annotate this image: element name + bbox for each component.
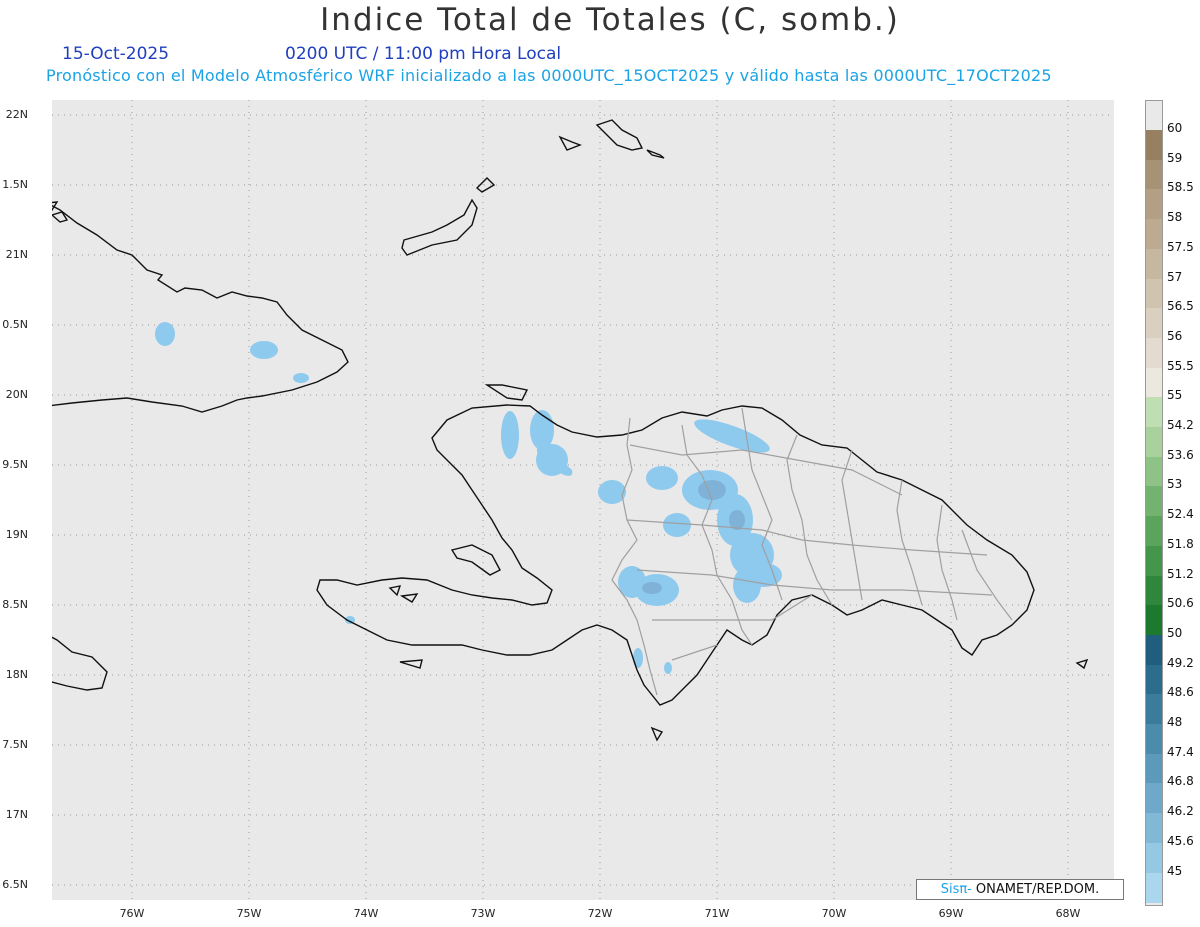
color-scale-swatch bbox=[1146, 813, 1162, 844]
color-scale-label: 45.6 bbox=[1167, 833, 1194, 848]
lat-label: 19N bbox=[5, 528, 28, 541]
color-scale-swatch bbox=[1146, 783, 1162, 814]
color-scale-swatch bbox=[1146, 664, 1162, 695]
lon-label: 71W bbox=[704, 907, 730, 920]
color-scale-label: 51.2 bbox=[1167, 566, 1194, 581]
color-scale-label: 51.8 bbox=[1167, 536, 1194, 551]
color-scale-swatch bbox=[1146, 308, 1162, 339]
color-scale-swatch bbox=[1146, 130, 1162, 161]
color-scale-label: 54.2 bbox=[1167, 418, 1194, 432]
color-scale-label: 59 bbox=[1167, 150, 1183, 165]
color-scale-swatch bbox=[1146, 189, 1162, 220]
lon-label: 69W bbox=[938, 907, 964, 920]
color-scale-swatch bbox=[1146, 872, 1162, 903]
color-scale-label: 56.5 bbox=[1167, 299, 1194, 314]
lon-label: 76W bbox=[119, 907, 145, 920]
map-area bbox=[41, 100, 1114, 900]
color-scale-label: 52.4 bbox=[1167, 507, 1194, 522]
grid-lines bbox=[52, 100, 1114, 900]
index-shading bbox=[155, 322, 782, 674]
color-scale-label: 60 bbox=[1167, 121, 1183, 135]
color-scale-label: 48.6 bbox=[1167, 685, 1194, 700]
organization-text: ONAMET/REP.DOM. bbox=[975, 882, 1100, 897]
color-scale-swatch bbox=[1146, 427, 1162, 458]
color-scale-swatch bbox=[1146, 545, 1162, 576]
lat-label: 0.5N bbox=[2, 318, 28, 331]
forecast-date: 15-Oct-2025 bbox=[62, 44, 170, 64]
color-scale-swatch bbox=[1146, 516, 1162, 547]
color-scale-swatch bbox=[1146, 753, 1162, 784]
color-scale-swatch bbox=[1146, 634, 1162, 666]
lat-label: 22N bbox=[5, 108, 28, 121]
credit-box: Sisπ‐ ONAMET/REP.DOM. bbox=[916, 879, 1124, 900]
lon-label: 73W bbox=[470, 907, 496, 920]
coastlines bbox=[41, 119, 1089, 742]
color-scale-label: 45 bbox=[1167, 863, 1183, 878]
color-scale-label: 56 bbox=[1167, 328, 1183, 343]
color-scale-swatch bbox=[1146, 219, 1162, 250]
model-info-line: Pronóstico con el Modelo Atmosférico WRF… bbox=[46, 66, 1052, 85]
color-scale-label: 58 bbox=[1167, 210, 1183, 225]
forecast-time: 0200 UTC / 11:00 pm Hora Local bbox=[285, 44, 562, 64]
color-scale-label: 55 bbox=[1167, 388, 1183, 403]
color-scale-label: 47.4 bbox=[1167, 744, 1194, 759]
color-scale-label: 57 bbox=[1167, 269, 1183, 284]
lat-label: 6.5N bbox=[2, 878, 28, 891]
color-scale-swatch bbox=[1146, 367, 1162, 398]
color-scale-swatch bbox=[1146, 486, 1162, 517]
color-scale-swatch bbox=[1146, 397, 1162, 428]
province-boundaries bbox=[611, 407, 1013, 696]
color-scale-swatch bbox=[1146, 456, 1162, 487]
lon-label: 74W bbox=[353, 907, 379, 920]
color-scale-label: 57.5 bbox=[1167, 239, 1194, 254]
lat-label: 17N bbox=[5, 808, 28, 821]
color-scale-bar bbox=[1145, 100, 1163, 906]
color-scale-swatch bbox=[1146, 575, 1162, 606]
lon-label: 72W bbox=[587, 907, 613, 920]
color-scale-swatch bbox=[1146, 605, 1162, 636]
lat-label: 20N bbox=[5, 388, 28, 401]
color-scale-swatch bbox=[1146, 694, 1162, 725]
lat-label: 8.5N bbox=[2, 598, 28, 611]
lat-label: 9.5N bbox=[2, 458, 28, 471]
lon-label: 68W bbox=[1055, 907, 1081, 920]
lon-label: 75W bbox=[236, 907, 262, 920]
color-scale-swatch bbox=[1146, 337, 1162, 369]
lat-label: 18N bbox=[5, 668, 28, 681]
lat-label: 7.5N bbox=[2, 738, 28, 751]
color-scale-swatch bbox=[1146, 842, 1162, 873]
color-scale-label: 46.2 bbox=[1167, 804, 1194, 819]
lon-label: 70W bbox=[821, 907, 847, 920]
color-scale-label: 50 bbox=[1167, 625, 1183, 640]
color-scale-label: 53 bbox=[1167, 477, 1183, 492]
color-scale-label: 55.5 bbox=[1167, 358, 1194, 373]
color-scale-label: 53.6 bbox=[1167, 447, 1194, 462]
color-scale-swatch bbox=[1146, 248, 1162, 279]
map-title: Indice Total de Totales (C, somb.) bbox=[320, 2, 900, 38]
color-scale-swatch bbox=[1146, 278, 1162, 309]
map-canvas bbox=[41, 100, 1114, 900]
color-scale-label: 46.8 bbox=[1167, 774, 1194, 789]
color-scale-label: 48 bbox=[1167, 715, 1183, 729]
sispi-logo-text: Sisπ‐ bbox=[940, 882, 972, 897]
color-scale-label: 58.5 bbox=[1167, 180, 1194, 195]
color-scale-label: 50.6 bbox=[1167, 596, 1194, 611]
lat-label: 1.5N bbox=[2, 178, 28, 191]
color-scale-swatch bbox=[1146, 159, 1162, 190]
lat-label: 21N bbox=[5, 248, 28, 261]
color-scale-swatch bbox=[1146, 724, 1162, 755]
color-scale-label: 49.2 bbox=[1167, 655, 1194, 670]
